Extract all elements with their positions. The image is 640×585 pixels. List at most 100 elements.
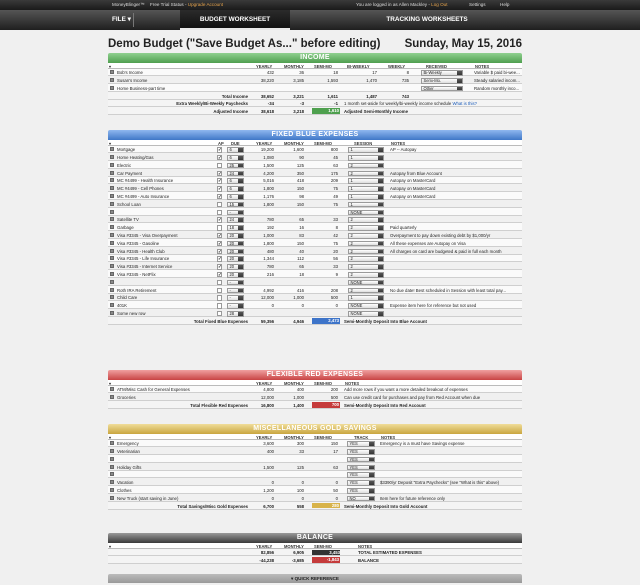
expense-semimo[interactable]: 500 [312, 395, 338, 400]
expense-notes[interactable]: Autopay on MasterCard [390, 186, 520, 191]
autopay-checkbox[interactable]: ✓ [217, 264, 223, 270]
session-select[interactable]: NONE [348, 311, 384, 317]
autopay-checkbox[interactable] [217, 201, 223, 208]
expense-semimo[interactable]: 75 [312, 186, 338, 191]
expense-name[interactable]: Visa #3345 - Internet Service [117, 264, 213, 269]
expense-yearly[interactable]: 12,000 [248, 395, 274, 400]
expense-name[interactable]: Mortgage [117, 147, 213, 152]
track-select[interactable]: YES [347, 456, 375, 463]
row-handle-icon[interactable] [110, 495, 114, 500]
savings-yearly[interactable]: 0 [248, 496, 274, 501]
autopay-checkbox[interactable]: ✓ [217, 155, 223, 161]
expense-monthly[interactable]: 0 [278, 303, 304, 308]
savings-semimo[interactable]: 50 [312, 488, 338, 493]
due-select[interactable]: 20 [227, 233, 244, 239]
expense-name[interactable]: Car Payment [117, 171, 213, 176]
autopay-checkbox[interactable] [217, 295, 223, 301]
expense-yearly[interactable]: 1,500 [248, 163, 274, 168]
session-select[interactable]: 2 [348, 264, 384, 270]
savings-yearly[interactable]: 1,500 [248, 465, 274, 470]
row-handle-icon[interactable] [110, 387, 114, 392]
savings-notes[interactable]: $3390/yr Deposit "Extra Paychecks" (see … [380, 480, 520, 485]
expense-monthly[interactable]: 125 [278, 163, 304, 168]
expense-notes[interactable]: All charges on card are budgeted & paid … [390, 249, 520, 254]
expense-notes[interactable]: Paid quarterly [390, 225, 520, 230]
row-handle-icon[interactable] [110, 256, 114, 261]
track-select[interactable]: YES [347, 449, 375, 455]
savings-semimo[interactable]: 63 [312, 465, 338, 470]
savings-name[interactable]: Clothes [117, 488, 245, 493]
expense-yearly[interactable]: 19,200 [248, 147, 274, 152]
session-select[interactable]: 1 [348, 201, 384, 208]
session-select[interactable]: 1 [348, 147, 384, 153]
savings-name[interactable]: Veterinarian [117, 449, 245, 454]
income-yearly[interactable]: 432 [248, 70, 274, 75]
autopay-checkbox[interactable]: ✓ [217, 178, 223, 184]
due-select[interactable]: 6 [227, 178, 244, 185]
row-handle-icon[interactable] [110, 209, 114, 214]
tab-budget-worksheet[interactable]: BUDGET WORKSHEET [180, 10, 290, 30]
expense-semimo[interactable]: 75 [312, 202, 338, 207]
settings-link[interactable]: Settings [469, 0, 486, 10]
upgrade-link[interactable]: Upgrade Account [188, 2, 223, 7]
session-select[interactable]: 2 [348, 287, 384, 294]
row-handle-icon[interactable] [110, 194, 114, 199]
savings-monthly[interactable]: 100 [278, 488, 304, 493]
expense-semimo[interactable]: 208 [312, 288, 338, 293]
row-handle-icon[interactable] [110, 456, 114, 461]
expense-semimo[interactable]: 33 [312, 217, 338, 222]
income-biweekly[interactable]: 17 [351, 70, 377, 75]
expense-monthly[interactable]: 150 [278, 186, 304, 191]
expense-name[interactable]: Electric [117, 163, 213, 168]
expense-yearly[interactable]: 780 [248, 264, 274, 269]
autopay-checkbox[interactable] [217, 279, 223, 286]
session-select[interactable]: 1 [348, 178, 384, 185]
due-select[interactable]: 6 [227, 155, 244, 161]
track-select[interactable]: YES [347, 472, 375, 479]
expense-yearly[interactable]: 4,200 [248, 171, 274, 176]
expense-yearly[interactable]: 1,800 [248, 241, 274, 246]
savings-notes[interactable]: Item here for future reference only [380, 496, 520, 501]
expense-name[interactable]: Visa #3345 - Health Club [117, 249, 213, 254]
due-select[interactable]: 20 [227, 248, 244, 255]
autopay-checkbox[interactable]: ✓ [217, 256, 223, 262]
session-select[interactable]: 2 [348, 162, 384, 169]
expense-name[interactable]: Garbage [117, 225, 213, 230]
expense-yearly[interactable]: 1,800 [248, 202, 274, 207]
due-select[interactable]: 20 [227, 272, 244, 278]
expense-monthly[interactable]: 65 [278, 217, 304, 222]
expense-monthly[interactable]: 418 [278, 178, 304, 183]
row-handle-icon[interactable] [110, 78, 114, 83]
expense-monthly[interactable]: 18 [278, 272, 304, 277]
autopay-checkbox[interactable]: ✓ [217, 170, 223, 177]
row-handle-icon[interactable] [110, 287, 114, 292]
expense-name[interactable]: Some new row [117, 311, 213, 316]
expense-notes[interactable]: Autopay on MasterCard [390, 194, 520, 199]
expense-yearly[interactable]: 1,800 [248, 186, 274, 191]
expense-yearly[interactable]: 1,000 [248, 233, 274, 238]
autopay-checkbox[interactable]: ✓ [217, 147, 223, 153]
due-select[interactable]: - [227, 209, 244, 216]
autopay-checkbox[interactable]: ✓ [217, 272, 223, 278]
autopay-checkbox[interactable]: ✓ [217, 186, 223, 192]
expense-name[interactable]: MC #4499 - Auto Insurance [117, 194, 213, 199]
savings-monthly[interactable]: 300 [278, 441, 304, 446]
expense-yearly[interactable]: 480 [248, 249, 274, 254]
autopay-checkbox[interactable]: ✓ [217, 194, 223, 200]
expense-notes[interactable]: Can use credit card for purchases and pa… [344, 395, 520, 400]
track-select[interactable]: YES [347, 441, 375, 447]
autopay-checkbox[interactable]: ✓ [217, 248, 223, 255]
income-notes[interactable]: Random monthly inco... [474, 86, 520, 91]
expense-yearly[interactable]: 1,176 [248, 194, 274, 199]
due-select[interactable]: - [227, 287, 244, 294]
expense-monthly[interactable]: 40 [278, 249, 304, 254]
row-handle-icon[interactable] [110, 178, 114, 183]
expense-yearly[interactable]: 4,992 [248, 288, 274, 293]
income-yearly[interactable]: 38,220 [248, 78, 274, 83]
session-select[interactable]: 2 [348, 256, 384, 263]
session-select[interactable]: 2 [348, 233, 384, 239]
expense-name[interactable]: 401K [117, 303, 213, 308]
autopay-checkbox[interactable] [217, 162, 223, 169]
due-select[interactable]: - [227, 295, 244, 302]
due-select[interactable]: 20 [227, 256, 244, 263]
